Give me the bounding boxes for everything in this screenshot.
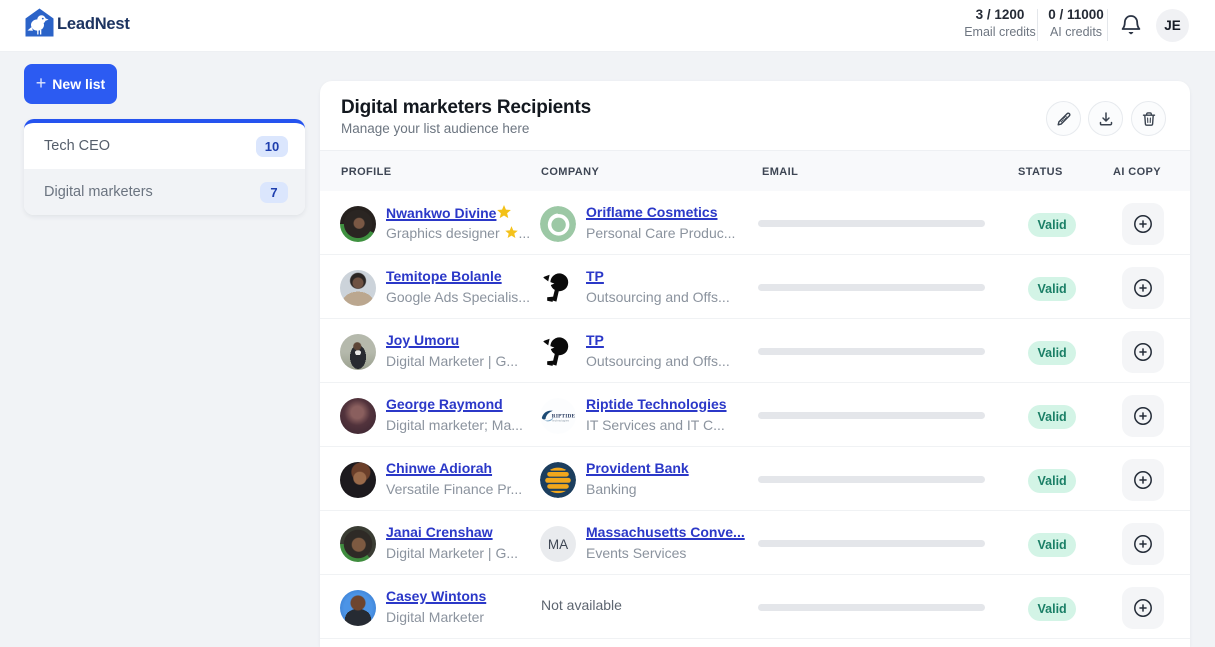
svg-text:technologies: technologies xyxy=(552,418,569,422)
